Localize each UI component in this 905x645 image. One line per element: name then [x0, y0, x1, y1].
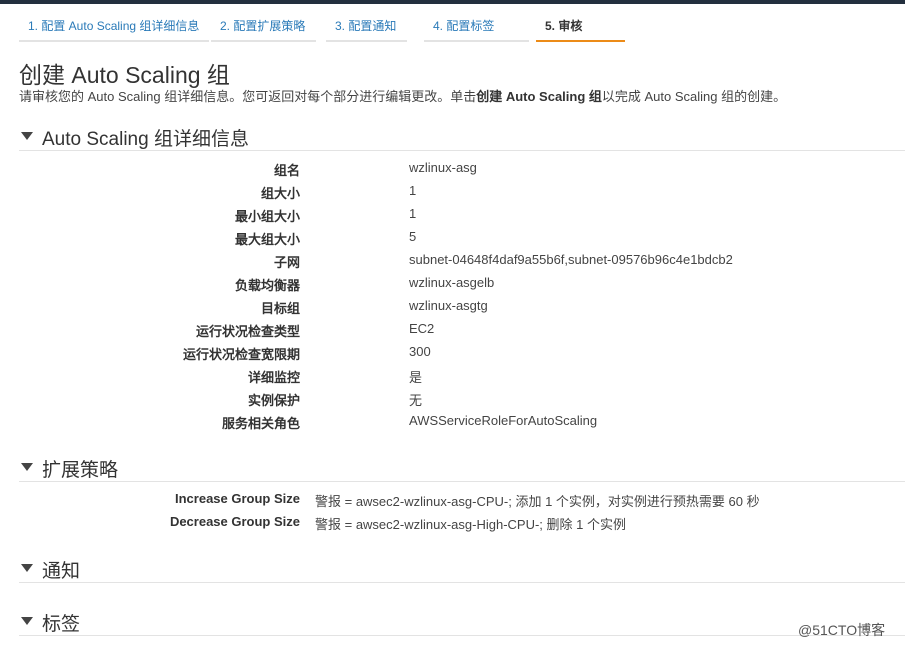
detail-label: 实例保护 — [247, 393, 300, 408]
policy-name: Decrease Group Size — [169, 514, 300, 529]
detail-value: 1 — [409, 206, 417, 221]
caret-down-icon — [21, 132, 33, 140]
caret-down-icon — [21, 564, 33, 572]
detail-row-service-linked-role: 服务相关角色 AWSServiceRoleForAutoScaling — [0, 413, 905, 436]
detail-label: 运行状况检查宽限期 — [182, 347, 300, 362]
top-bar — [0, 0, 905, 4]
tab-configure-policies[interactable]: 2. 配置扩展策略 — [211, 12, 316, 42]
detail-label: 服务相关角色 — [221, 416, 300, 431]
detail-value: subnet-04648f4daf9a55b6f,subnet-09576b96… — [409, 252, 733, 267]
section-title: Auto Scaling 组详细信息 — [42, 129, 249, 150]
detail-row-group-size: 组大小 1 — [0, 183, 905, 206]
section-header-group-details[interactable]: Auto Scaling 组详细信息 — [19, 124, 905, 151]
detail-value: wzlinux-asg — [409, 160, 477, 175]
policy-detail: 警报 = awsec2-wzlinux-asg-CPU-; 添加 1 个实例，对… — [315, 494, 760, 509]
detail-label: 最小组大小 — [234, 209, 300, 224]
policy-row-increase: Increase Group Size 警报 = awsec2-wzlinux-… — [0, 491, 905, 514]
detail-row-health-check-type: 运行状况检查类型 EC2 — [0, 321, 905, 344]
watermark: @51CTO博客 — [798, 622, 886, 638]
detail-value: 5 — [409, 229, 417, 244]
intro-suffix: 以完成 Auto Scaling 组的创建。 — [601, 89, 787, 104]
detail-label: 组名 — [273, 163, 300, 178]
policy-row-decrease: Decrease Group Size 警报 = awsec2-wzlinux-… — [0, 514, 905, 537]
detail-label: 子网 — [273, 255, 300, 270]
detail-value: wzlinux-asgtg — [409, 298, 488, 313]
intro-create-group-text: 创建 Auto Scaling 组 — [476, 89, 602, 104]
detail-label: 运行状况检查类型 — [195, 324, 300, 339]
detail-value: 是 — [409, 370, 423, 385]
section-header-tags[interactable]: 标签 — [19, 609, 905, 636]
detail-value: 无 — [409, 393, 423, 408]
detail-value: 300 — [409, 344, 431, 359]
detail-label: 详细监控 — [247, 370, 300, 385]
detail-value: EC2 — [409, 321, 435, 336]
page-intro: 请审核您的 Auto Scaling 组详细信息。您可返回对每个部分进行编辑更改… — [19, 86, 786, 105]
detail-row-subnet: 子网 subnet-04648f4daf9a55b6f,subnet-09576… — [0, 252, 905, 275]
detail-value: 1 — [409, 183, 417, 198]
policy-name: Increase Group Size — [175, 491, 300, 506]
detail-label: 最大组大小 — [234, 232, 300, 247]
detail-row-instance-protection: 实例保护 无 — [0, 390, 905, 413]
page-title: 创建 Auto Scaling 组 — [19, 62, 230, 88]
caret-down-icon — [21, 617, 33, 625]
section-header-scaling-policies[interactable]: 扩展策略 — [19, 455, 905, 482]
detail-row-max-size: 最大组大小 5 — [0, 229, 905, 252]
detail-row-load-balancer: 负载均衡器 wzlinux-asgelb — [0, 275, 905, 298]
section-title: 扩展策略 — [42, 460, 119, 481]
policy-detail: 警报 = awsec2-wzlinux-asg-High-CPU-; 删除 1 … — [315, 517, 626, 532]
detail-label: 组大小 — [260, 186, 300, 201]
detail-row-health-check-grace: 运行状况检查宽限期 300 — [0, 344, 905, 367]
intro-prefix: 请审核您的 Auto Scaling 组详细信息。您可返回对每个部分进行编辑更改… — [19, 89, 477, 104]
detail-row-detailed-monitoring: 详细监控 是 — [0, 367, 905, 390]
detail-label: 目标组 — [260, 301, 300, 316]
tab-configure-tags[interactable]: 4. 配置标签 — [424, 12, 529, 42]
detail-value: AWSServiceRoleForAutoScaling — [409, 413, 598, 428]
divider — [19, 635, 905, 636]
divider — [19, 481, 905, 482]
detail-row-group-name: 组名 wzlinux-asg — [0, 160, 905, 183]
divider — [19, 582, 905, 583]
caret-down-icon — [21, 463, 33, 471]
section-title: 标签 — [42, 614, 81, 635]
detail-row-target-group: 目标组 wzlinux-asgtg — [0, 298, 905, 321]
section-header-notifications[interactable]: 通知 — [19, 556, 905, 583]
detail-value: wzlinux-asgelb — [409, 275, 495, 290]
tab-configure-details[interactable]: 1. 配置 Auto Scaling 组详细信息 — [19, 12, 209, 42]
detail-row-min-size: 最小组大小 1 — [0, 206, 905, 229]
detail-label: 负载均衡器 — [234, 278, 300, 293]
tab-review[interactable]: 5. 审核 — [536, 12, 625, 42]
section-title: 通知 — [42, 561, 81, 582]
divider — [19, 150, 905, 151]
tab-configure-notifications[interactable]: 3. 配置通知 — [326, 12, 407, 42]
